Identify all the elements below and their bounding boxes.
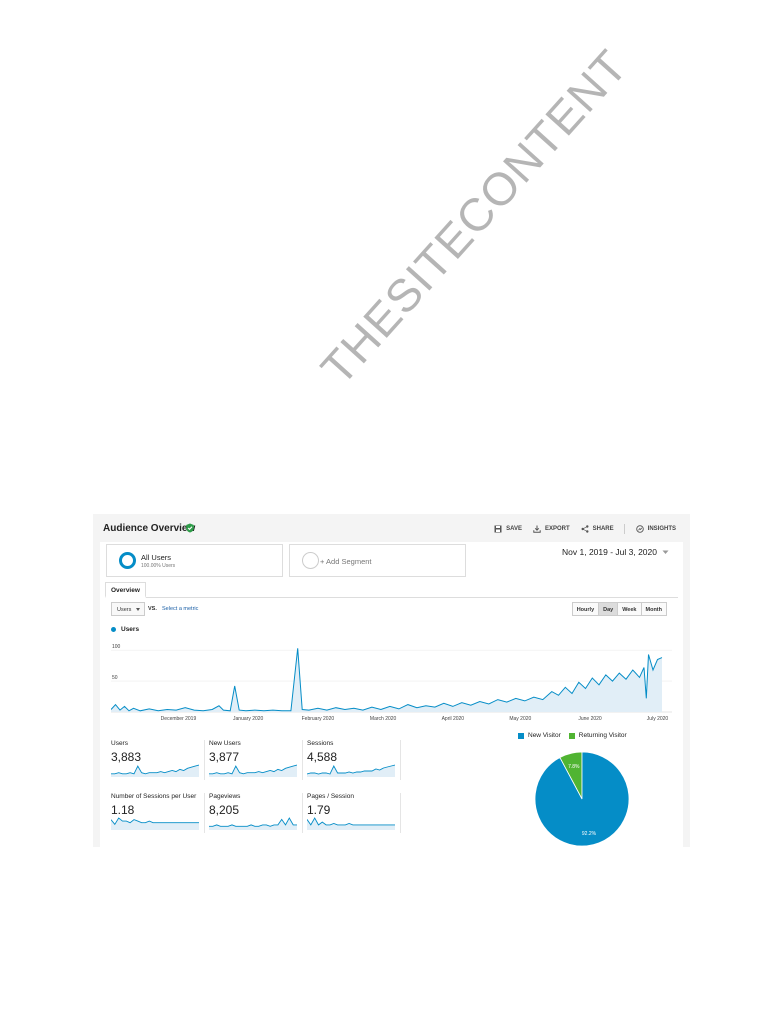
x-tick-label: July 2020 <box>647 716 669 722</box>
share-icon <box>581 525 589 533</box>
sparkline <box>111 764 199 777</box>
metric-label: Pages / Session <box>307 793 354 800</box>
metric-select[interactable]: Users <box>111 602 145 616</box>
save-icon <box>494 525 502 533</box>
pie-legend-label: New Visitor <box>528 732 561 739</box>
insights-label: INSIGHTS <box>647 526 676 532</box>
legend-dot <box>111 627 116 632</box>
sparkline-area <box>209 765 297 777</box>
date-range-picker[interactable]: Nov 1, 2019 - Jul 3, 2020 <box>562 547 669 557</box>
segment-percentage: 100.00% Users <box>141 563 176 569</box>
toolbar-divider <box>623 524 625 534</box>
metric-tile[interactable]: Users 3,883 <box>111 740 205 780</box>
share-button[interactable]: SHARE <box>581 525 614 533</box>
pie-legend-label: Returning Visitor <box>578 732 627 739</box>
sparkline-area <box>209 818 297 830</box>
x-tick-label: February 2020 <box>302 716 335 722</box>
share-label: SHARE <box>592 526 614 532</box>
export-icon <box>533 525 541 533</box>
metric-value: 8,205 <box>209 803 240 817</box>
metric-tile[interactable]: Pageviews 8,205 <box>209 793 303 833</box>
caret-down-icon <box>136 608 140 611</box>
users-line-chart[interactable]: 100 50 December 2019 January 2020 February 2… <box>111 638 672 722</box>
vs-label: VS. <box>148 606 157 612</box>
empty-segment-ring-icon <box>302 552 319 569</box>
x-tick-label: March 2020 <box>370 716 397 722</box>
visitor-pie-chart[interactable]: 7.8% 92.2% <box>532 749 632 849</box>
x-tick-label: June 2020 <box>578 716 602 722</box>
granularity-hourly-button[interactable]: Hourly <box>571 602 600 616</box>
granularity-group: Hourly Day Week Month <box>571 602 667 616</box>
metric-tile[interactable]: New Users 3,877 <box>209 740 303 780</box>
watermark: THESITECONTENT <box>310 39 638 395</box>
insights-icon <box>635 525 644 533</box>
x-tick-label: January 2020 <box>233 716 264 722</box>
pie-legend: New Visitor Returning Visitor <box>518 732 635 739</box>
sparkline <box>307 764 395 777</box>
page-title: Audience Overview <box>103 523 196 534</box>
select-metric-link[interactable]: Select a metric <box>162 606 198 612</box>
sparkline-area <box>111 765 199 777</box>
pie-data-label: 92.2% <box>582 831 597 837</box>
pie-data-label: 7.8% <box>568 764 580 770</box>
segment-ring-icon <box>119 552 136 569</box>
sparkline <box>209 764 297 777</box>
metric-tile[interactable]: Pages / Session 1.79 <box>307 793 401 833</box>
audience-overview-panel: Audience Overview SAVE EXPORT SHARE INSI… <box>93 514 690 847</box>
metric-tile[interactable]: Number of Sessions per User 1.18 <box>111 793 205 833</box>
granularity-day-button[interactable]: Day <box>598 602 619 616</box>
add-segment-button[interactable]: + Add Segment <box>289 544 466 577</box>
segment-all-users[interactable]: All Users 100.00% Users <box>106 544 283 577</box>
sparkline <box>111 817 199 830</box>
save-label: SAVE <box>506 526 522 532</box>
metric-value: 3,883 <box>111 750 142 764</box>
metric-label: Users <box>111 740 128 747</box>
series-area <box>111 648 662 712</box>
verified-check-icon <box>186 523 194 533</box>
metric-value: 1.79 <box>307 803 331 817</box>
granularity-week-button[interactable]: Week <box>617 602 642 616</box>
pie-legend-new-visitor: New Visitor <box>518 732 561 739</box>
legend-swatch <box>518 732 524 739</box>
y-tick-label: 50 <box>112 675 118 681</box>
sparkline-line <box>307 817 395 826</box>
metric-select-value: Users <box>117 607 132 613</box>
y-tick-label: 100 <box>112 644 121 650</box>
chart-legend: Users <box>111 626 139 633</box>
pie-legend-returning-visitor: Returning Visitor <box>568 732 627 739</box>
date-range-text: Nov 1, 2019 - Jul 3, 2020 <box>562 547 657 557</box>
x-tick-label: December 2019 <box>161 716 197 722</box>
sparkline <box>209 817 297 830</box>
tab-divider <box>105 597 678 598</box>
legend-swatch <box>568 732 575 739</box>
segment-name: All Users <box>141 553 172 562</box>
legend-label: Users <box>121 626 140 633</box>
metric-value: 4,588 <box>307 750 338 764</box>
chevron-down-icon <box>662 550 669 554</box>
metric-label: Pageviews <box>209 793 241 800</box>
sparkline-area <box>307 765 395 777</box>
save-button[interactable]: SAVE <box>494 525 522 533</box>
metric-value: 1.18 <box>111 803 135 817</box>
x-tick-label: April 2020 <box>442 716 465 722</box>
toolbar: SAVE EXPORT SHARE INSIGHTS <box>483 524 676 534</box>
granularity-month-button[interactable]: Month <box>640 602 667 616</box>
report-content: All Users 100.00% Users + Add Segment No… <box>100 542 683 847</box>
metric-label: New Users <box>209 740 241 747</box>
metric-tile[interactable]: Sessions 4,588 <box>307 740 401 780</box>
insights-button[interactable]: INSIGHTS <box>635 525 676 533</box>
metric-value: 3,877 <box>209 750 240 764</box>
tab-overview[interactable]: Overview <box>105 582 146 598</box>
add-segment-label: + Add Segment <box>320 557 372 566</box>
metric-label: Number of Sessions per User <box>111 793 197 800</box>
metric-label: Sessions <box>307 740 334 747</box>
sparkline-area <box>111 818 199 830</box>
export-button[interactable]: EXPORT <box>533 525 570 533</box>
export-label: EXPORT <box>544 526 570 532</box>
x-tick-label: May 2020 <box>509 716 531 722</box>
sparkline <box>307 817 395 830</box>
